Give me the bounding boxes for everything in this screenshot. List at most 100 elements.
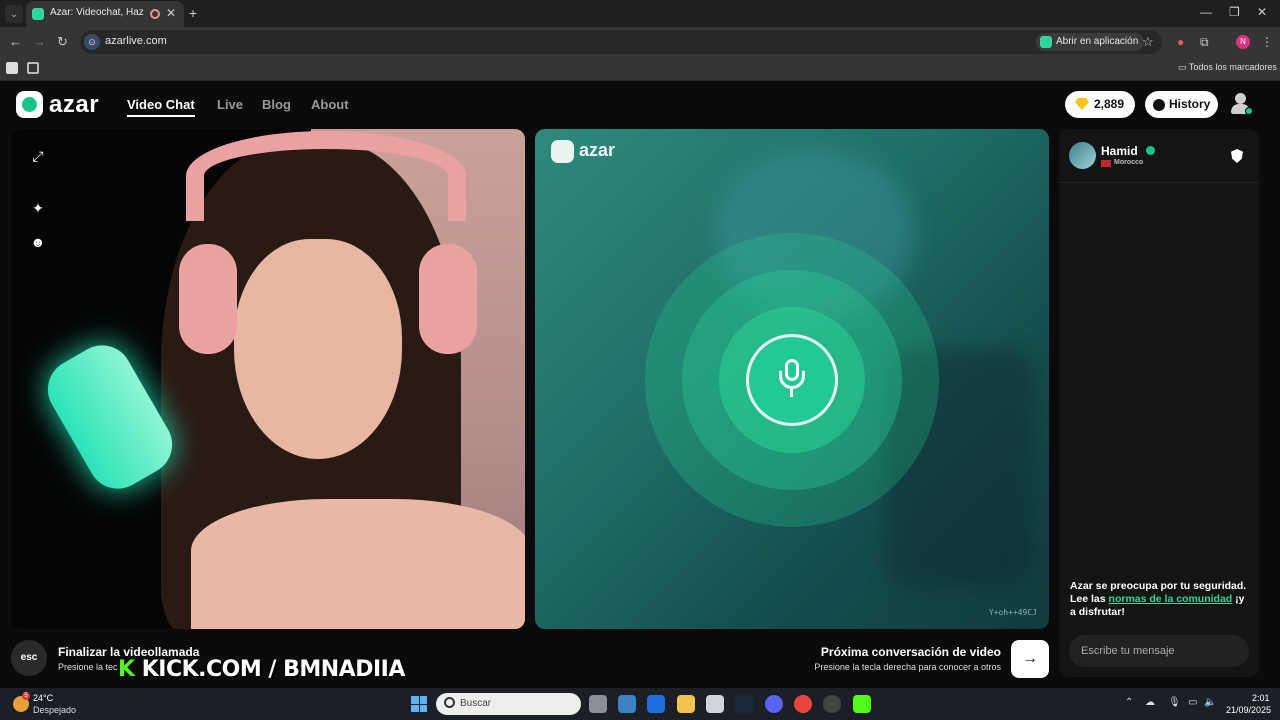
taskbar-search-placeholder: Buscar	[460, 698, 492, 709]
weather-badge: 5	[22, 692, 30, 700]
community-rules-link[interactable]: normas de la comunidad	[1109, 593, 1233, 605]
mic-tray-icon[interactable]: 🎙	[1168, 697, 1181, 708]
task-view-icon[interactable]	[589, 695, 607, 713]
partner-name: Hamid	[1101, 144, 1138, 158]
gems-button[interactable]: 2,889	[1065, 91, 1135, 118]
browser-toolbar: ← → ↻ ⊙ azarlive.com Abrir en aplicación…	[0, 27, 1280, 57]
report-shield-icon[interactable]	[1231, 149, 1243, 163]
apps-grid-icon[interactable]	[27, 62, 39, 74]
all-bookmarks[interactable]: ▭ Todos los marcadores	[1178, 62, 1277, 73]
morocco-flag-icon	[1101, 160, 1111, 167]
user-head	[1235, 93, 1246, 104]
obs-icon[interactable]	[823, 695, 841, 713]
network-icon[interactable]: ▭	[1188, 697, 1197, 708]
self-video: ⤢ ✦ ☻	[11, 129, 525, 629]
reload-icon[interactable]: ↻	[57, 34, 68, 50]
message-input-wrapper	[1069, 635, 1249, 667]
history-label: History	[1169, 97, 1211, 111]
clock-date[interactable]: 21/09/2025	[1226, 705, 1271, 715]
tab-search-icon[interactable]: ⌄	[5, 5, 23, 23]
headset-ear-right	[419, 244, 477, 354]
snipping-tool-icon[interactable]	[706, 695, 724, 713]
close-tab-icon[interactable]: ✕	[166, 6, 176, 20]
nav-video-chat[interactable]: Video Chat	[127, 97, 195, 117]
address-bar[interactable]: ⊙ azarlive.com Abrir en aplicación ☆	[80, 30, 1162, 54]
new-tab-icon[interactable]: +	[189, 5, 197, 21]
end-call-hint: Presione la tec	[58, 662, 118, 672]
user-profile-icon[interactable]	[1229, 91, 1253, 115]
headset-band	[186, 131, 466, 221]
outlook-icon[interactable]	[647, 695, 665, 713]
steam-icon[interactable]	[735, 695, 753, 713]
effects-sparkle-icon[interactable]: ✦	[29, 199, 47, 217]
open-in-app-button[interactable]: Abrir en aplicación	[1036, 33, 1145, 51]
bookmark-star-icon[interactable]: ☆	[1142, 34, 1154, 50]
safety-notice: Azar se preocupa por tu seguridad. Lee l…	[1070, 580, 1250, 619]
azar-page: azar Video Chat Live Blog About 2,889 Hi…	[0, 81, 1280, 688]
clock-time[interactable]: 2:01	[1252, 693, 1270, 703]
browser-menu-icon[interactable]: ⋮	[1261, 35, 1273, 49]
azar-watermark-icon	[551, 140, 574, 163]
esc-key-button[interactable]: esc	[11, 640, 47, 676]
windows-taskbar: 5 24°C Despejado Buscar ⌃ ☁ 🎙 ▭ 🔈 2:01 2…	[0, 688, 1280, 720]
mic-stem	[790, 389, 793, 397]
partner-country: Morocco	[1114, 159, 1144, 166]
clock-icon	[1153, 99, 1165, 111]
close-window-icon[interactable]: ✕	[1257, 5, 1267, 19]
onedrive-icon[interactable]: ☁	[1145, 697, 1155, 708]
verified-icon	[1146, 146, 1155, 155]
site-info-icon[interactable]: ⊙	[84, 34, 100, 50]
azar-logo-icon[interactable]	[16, 91, 43, 118]
browser-tabbar: ⌄ Azar: Videochat, Haz nuevo ✕ + — ❐ ✕	[0, 0, 1280, 27]
app-icon	[1040, 36, 1052, 48]
restore-icon[interactable]: ❐	[1229, 5, 1240, 19]
azar-favicon-icon	[32, 8, 44, 20]
microphone-icon	[778, 359, 806, 399]
person-shirt	[191, 499, 525, 629]
partner-avatar[interactable]	[1069, 142, 1096, 169]
next-conversation-hint: Presione la tecla derecha para conocer a…	[814, 662, 1001, 672]
tab-title: Azar: Videochat, Haz nuevo	[50, 7, 146, 18]
url-text: azarlive.com	[105, 35, 167, 47]
store-icon[interactable]	[618, 695, 636, 713]
tray-overflow-icon[interactable]: ⌃	[1125, 697, 1133, 708]
browser-tab[interactable]: Azar: Videochat, Haz nuevo ✕	[26, 1, 184, 27]
online-status-dot	[1245, 107, 1253, 115]
kick-overlay-text: KICK.COM / BMNADIIA	[134, 657, 406, 682]
extension-icon[interactable]: ●	[1177, 35, 1184, 49]
nav-blog[interactable]: Blog	[262, 97, 291, 112]
open-in-app-label: Abrir en aplicación	[1056, 36, 1139, 47]
kick-app-icon[interactable]	[853, 695, 871, 713]
stream-overlay: K KICK.COM / BMNADIIA	[118, 657, 405, 682]
person-face	[234, 239, 402, 459]
chrome-icon[interactable]	[794, 695, 812, 713]
chat-panel: Hamid Morocco Azar se preocupa por tu se…	[1059, 129, 1259, 677]
extensions-puzzle-icon[interactable]: ⧉	[1200, 35, 1209, 50]
file-explorer-icon[interactable]	[677, 695, 695, 713]
chat-header: Hamid Morocco	[1059, 129, 1259, 183]
bookmark-page-icon[interactable]	[6, 62, 18, 74]
discord-icon[interactable]	[765, 695, 783, 713]
search-icon	[444, 697, 455, 708]
message-input[interactable]	[1069, 635, 1249, 667]
forward-icon[interactable]: →	[33, 34, 46, 49]
all-bookmarks-label: Todos los marcadores	[1188, 62, 1277, 72]
minimize-icon[interactable]: —	[1200, 5, 1212, 19]
next-conversation-button[interactable]: →	[1011, 640, 1049, 678]
recording-indicator-icon	[150, 9, 160, 19]
bookmarks-bar: ▭ Todos los marcadores	[0, 57, 1280, 81]
back-icon[interactable]: ←	[9, 34, 22, 49]
taskbar-search[interactable]: Buscar	[436, 693, 581, 715]
windows-start-icon[interactable]	[411, 696, 427, 712]
nav-live[interactable]: Live	[217, 97, 243, 112]
azar-logo-text[interactable]: azar	[49, 91, 99, 119]
azar-watermark-text: azar	[579, 140, 616, 160]
profile-avatar[interactable]: N	[1236, 35, 1250, 49]
fullscreen-icon[interactable]: ⤢	[29, 147, 47, 165]
headset-ear-left	[179, 244, 237, 354]
nav-about[interactable]: About	[311, 97, 349, 112]
mic-holder	[779, 371, 805, 389]
history-button[interactable]: History	[1145, 91, 1218, 118]
volume-icon[interactable]: 🔈	[1204, 697, 1216, 708]
face-filter-icon[interactable]: ☻	[29, 233, 47, 251]
